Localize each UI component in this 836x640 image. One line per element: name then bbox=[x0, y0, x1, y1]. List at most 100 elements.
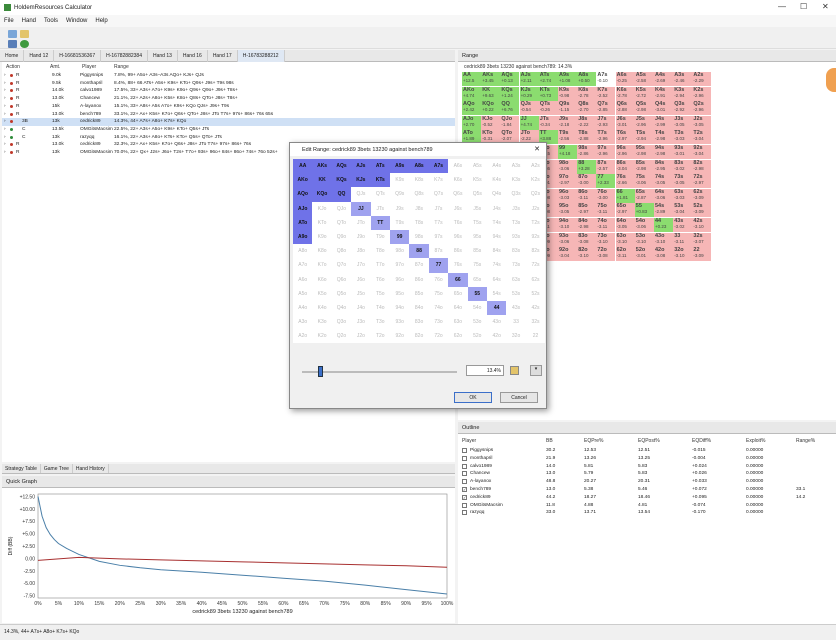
range-cell[interactable]: K6s -2.78 bbox=[615, 86, 635, 101]
range-cell[interactable]: K2s -2.96 bbox=[692, 86, 712, 101]
dialog-range-cell[interactable]: A4o bbox=[293, 301, 312, 315]
outline-row[interactable]: A-layanox 48.8 20.27 20.31 +0.033 0.00000 bbox=[458, 478, 836, 486]
dialog-range-cell[interactable]: 64s bbox=[487, 273, 506, 287]
dialog-range-cell[interactable]: 86o bbox=[409, 273, 428, 287]
range-cell[interactable]: K5s -2.72 bbox=[634, 86, 654, 101]
dialog-range-cell[interactable]: K9o bbox=[312, 230, 331, 244]
range-cell[interactable]: KQs +1.24 bbox=[500, 86, 520, 101]
range-cell[interactable]: Q8s -2.70 bbox=[577, 101, 597, 116]
dialog-range-cell[interactable]: T2s bbox=[526, 216, 545, 230]
dialog-range-cell[interactable]: K8o bbox=[312, 244, 331, 258]
expand-icon[interactable]: › bbox=[4, 127, 6, 132]
outline-row[interactable]: OMGitsMacsim 11.8 4.88 4.81 -0.074 0.00000 bbox=[458, 502, 836, 510]
dialog-range-cell[interactable]: K3o bbox=[312, 315, 331, 329]
range-cell[interactable]: 22 -3.09 bbox=[692, 247, 712, 262]
range-cell[interactable]: 84s -2.95 bbox=[654, 159, 673, 174]
tab-hand-17[interactable]: Hand 17 bbox=[208, 50, 238, 62]
dialog-range-cell[interactable]: KK bbox=[312, 173, 332, 188]
range-cell[interactable]: ATs +2.74 bbox=[538, 72, 558, 86]
range-cell[interactable]: 97s -2.96 bbox=[596, 145, 616, 159]
range-cell[interactable]: 84o -2.98 bbox=[577, 218, 597, 232]
range-cell[interactable]: KQo +0.22 bbox=[481, 101, 501, 116]
range-cell[interactable]: Q5s -2.98 bbox=[634, 101, 654, 116]
range-slider-thumb[interactable] bbox=[318, 366, 323, 377]
range-cell[interactable]: 64o -3.05 bbox=[615, 218, 635, 232]
expand-icon[interactable]: › bbox=[4, 150, 6, 155]
range-percent-field[interactable]: 13.4% bbox=[466, 365, 504, 376]
range-cell[interactable]: 98s -2.86 bbox=[577, 145, 597, 159]
range-cell[interactable]: QJo -1.84 bbox=[500, 115, 520, 130]
menu-item-hand[interactable]: Hand bbox=[22, 18, 36, 24]
dialog-range-cell[interactable]: ATo bbox=[293, 215, 313, 230]
dialog-range-cell[interactable]: AQs bbox=[331, 159, 352, 174]
lock-icon[interactable] bbox=[510, 366, 519, 375]
dialog-range-cell[interactable]: J4s bbox=[487, 202, 506, 216]
dialog-range-cell[interactable]: T7o bbox=[371, 258, 390, 272]
dialog-range-cell[interactable]: 74o bbox=[429, 301, 448, 315]
expand-icon[interactable]: › bbox=[4, 88, 6, 93]
dialog-range-cell[interactable]: ATs bbox=[370, 159, 390, 174]
dialog-range-cell[interactable]: KQo bbox=[312, 187, 332, 202]
dialog-range-cell[interactable]: 87o bbox=[409, 258, 428, 272]
range-cell[interactable]: 82s -2.98 bbox=[692, 159, 712, 174]
dialog-range-cell[interactable]: 65s bbox=[468, 273, 487, 287]
dialog-range-cell[interactable]: Q7s bbox=[429, 187, 448, 201]
dialog-range-cell[interactable]: T8s bbox=[409, 216, 428, 230]
range-cell[interactable]: 97o -2.97 bbox=[558, 174, 577, 189]
dialog-range-cell[interactable]: 93s bbox=[506, 230, 525, 244]
dialog-range-cell[interactable]: K5o bbox=[312, 287, 331, 301]
range-cell[interactable]: 99 +4.18 bbox=[558, 145, 577, 159]
dialog-range-cell[interactable]: 22 bbox=[526, 329, 545, 343]
dialog-range-cell[interactable]: 43s bbox=[506, 301, 525, 315]
dialog-range-cell[interactable]: Q7o bbox=[332, 258, 351, 272]
dialog-range-cell[interactable]: T7s bbox=[429, 216, 448, 230]
dialog-range-cell[interactable]: Q2s bbox=[526, 187, 545, 201]
range-cell[interactable]: A8s +0.50 bbox=[577, 72, 597, 86]
dialog-range-cell[interactable]: T5o bbox=[371, 287, 390, 301]
dialog-range-cell[interactable]: J5s bbox=[468, 202, 487, 216]
range-cell[interactable]: QJs -0.54 bbox=[519, 101, 539, 116]
dialog-range-cell[interactable]: K2o bbox=[312, 329, 331, 343]
range-cell[interactable]: 83s -3.02 bbox=[673, 159, 693, 174]
range-cell[interactable]: K9s -0.98 bbox=[558, 86, 577, 101]
range-cell[interactable]: 55 +0.83 bbox=[634, 203, 654, 218]
range-cell[interactable]: 87s -2.57 bbox=[596, 159, 616, 174]
dialog-range-cell[interactable]: AKo bbox=[293, 173, 313, 188]
range-cell[interactable]: 42s -3.10 bbox=[692, 218, 712, 232]
dialog-range-cell[interactable]: 84s bbox=[487, 244, 506, 258]
dialog-range-cell[interactable]: T6s bbox=[448, 216, 467, 230]
dialog-range-cell[interactable]: 92o bbox=[390, 329, 409, 343]
dialog-range-cell[interactable]: QJo bbox=[332, 202, 351, 216]
range-cell[interactable]: 72s -2.97 bbox=[692, 174, 712, 189]
tab-hand-13[interactable]: Hand 13 bbox=[148, 50, 178, 62]
range-cell[interactable]: KJs +0.29 bbox=[519, 86, 539, 101]
options-dropdown-icon[interactable]: ▾ bbox=[530, 365, 542, 376]
dialog-range-cell[interactable]: 55 bbox=[467, 286, 487, 301]
range-cell[interactable]: T9s -2.56 bbox=[558, 130, 577, 145]
dialog-range-cell[interactable]: 32o bbox=[506, 329, 525, 343]
range-cell[interactable]: A4s -2.69 bbox=[654, 72, 673, 86]
range-cell[interactable]: T7s -2.96 bbox=[596, 130, 616, 145]
open-icon[interactable] bbox=[20, 30, 29, 38]
dialog-range-cell[interactable]: K5s bbox=[468, 173, 487, 187]
dialog-range-cell[interactable]: 88 bbox=[409, 244, 429, 259]
dialog-range-cell[interactable]: 44 bbox=[487, 301, 507, 316]
outline-checkbox[interactable] bbox=[462, 510, 467, 516]
dialog-range-cell[interactable]: KQs bbox=[331, 173, 352, 188]
dialog-range-cell[interactable]: A8s bbox=[409, 159, 429, 174]
dialog-range-cell[interactable]: J3s bbox=[506, 202, 525, 216]
range-cell[interactable]: QQ +6.76 bbox=[500, 101, 520, 116]
outline-row[interactable]: calvo1989 14.0 5.81 5.83 +0.024 0.00000 bbox=[458, 463, 836, 471]
dialog-range-cell[interactable]: K4o bbox=[312, 301, 331, 315]
range-cell[interactable]: 93o -3.06 bbox=[558, 232, 577, 247]
range-cell[interactable]: A5s -2.58 bbox=[634, 72, 654, 86]
range-cell[interactable]: 52s -3.09 bbox=[692, 203, 712, 218]
dialog-range-cell[interactable]: JTo bbox=[351, 216, 370, 230]
range-cell[interactable]: 64s -3.06 bbox=[654, 188, 673, 203]
range-cell[interactable]: T8s -2.88 bbox=[577, 130, 597, 145]
dialog-range-cell[interactable]: 62o bbox=[448, 329, 467, 343]
range-cell[interactable]: J4s -2.99 bbox=[654, 115, 673, 130]
tab-h-16782882384[interactable]: H-16782882384 bbox=[101, 50, 148, 62]
dialog-range-cell[interactable]: 32s bbox=[526, 315, 545, 329]
range-cell[interactable]: AJs +2.11 bbox=[519, 72, 539, 86]
